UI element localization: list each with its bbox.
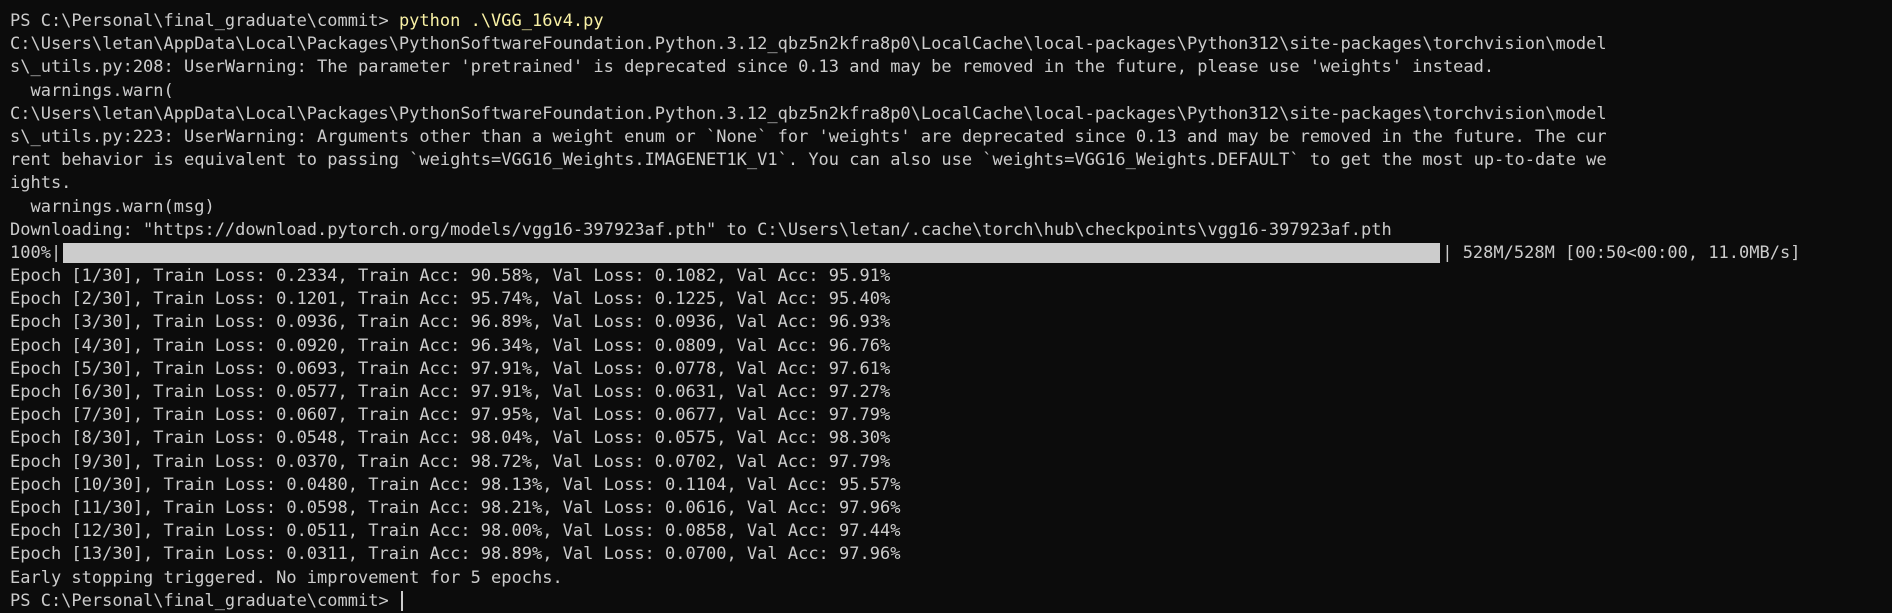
epoch-line: Epoch [1/30], Train Loss: 0.2334, Train … xyxy=(10,266,891,287)
epoch-line: Epoch [3/30], Train Loss: 0.0936, Train … xyxy=(10,312,891,333)
epoch-log: Epoch [1/30], Train Loss: 0.2334, Train … xyxy=(10,265,1882,566)
warning-line: C:\Users\letan\AppData\Local\Packages\Py… xyxy=(10,103,1607,124)
warning-line: s\_utils.py:223: UserWarning: Arguments … xyxy=(10,126,1607,147)
epoch-line: Epoch [9/30], Train Loss: 0.0370, Train … xyxy=(10,451,891,472)
progress-bar-right-edge: | xyxy=(1442,242,1453,263)
epoch-line: Epoch [6/30], Train Loss: 0.0577, Train … xyxy=(10,382,891,402)
progress-bar-fill xyxy=(63,243,1441,264)
text-cursor xyxy=(400,590,403,611)
early-stop-message: Early stopping triggered. No improvement… xyxy=(10,567,563,588)
progress-bar-left-edge: | xyxy=(50,242,62,263)
warning-line: ights. xyxy=(10,173,72,194)
command-text: python .\VGG_16v4.py xyxy=(398,11,604,31)
warning-line: s\_utils.py:208: UserWarning: The parame… xyxy=(10,57,1495,78)
prompt: PS C:\Personal\final_graduate\commit> xyxy=(10,590,399,611)
terminal-window[interactable]: PS C:\Personal\final_graduate\commit> py… xyxy=(0,0,1892,613)
command-line[interactable]: PS C:\Personal\final_graduate\commit> xyxy=(10,590,1882,613)
epoch-line: Epoch [5/30], Train Loss: 0.0693, Train … xyxy=(10,358,891,379)
progress-percent: 100% xyxy=(10,242,51,263)
command-line: PS C:\Personal\final_graduate\commit> py… xyxy=(10,10,1882,33)
progress-bar xyxy=(63,243,1441,264)
epoch-line: Epoch [11/30], Train Loss: 0.0598, Train… xyxy=(10,497,901,518)
prompt: PS C:\Personal\final_graduate\commit> xyxy=(10,11,399,31)
epoch-line: Epoch [4/30], Train Loss: 0.0920, Train … xyxy=(10,335,891,356)
download-line: Downloading: "https://download.pytorch.o… xyxy=(10,219,1392,240)
warning-line: rent behavior is equivalent to passing `… xyxy=(10,150,1607,171)
epoch-line: Epoch [13/30], Train Loss: 0.0311, Train… xyxy=(10,544,901,565)
epoch-line: Epoch [7/30], Train Loss: 0.0607, Train … xyxy=(10,405,891,426)
download-progress: 100% | | 528M/528M [00:50<00:00, 11.0MB/s] xyxy=(10,242,1882,265)
warning-line: warnings.warn(msg) xyxy=(10,196,215,217)
progress-stats: 528M/528M [00:50<00:00, 11.0MB/s] xyxy=(1452,242,1801,263)
warning-line: C:\Users\letan\AppData\Local\Packages\Py… xyxy=(10,34,1607,55)
epoch-line: Epoch [2/30], Train Loss: 0.1201, Train … xyxy=(10,289,891,310)
epoch-line: Epoch [10/30], Train Loss: 0.0480, Train… xyxy=(10,474,901,495)
warning-line: warnings.warn( xyxy=(10,80,174,101)
epoch-line: Epoch [12/30], Train Loss: 0.0511, Train… xyxy=(10,521,901,542)
epoch-line: Epoch [8/30], Train Loss: 0.0548, Train … xyxy=(10,428,891,449)
